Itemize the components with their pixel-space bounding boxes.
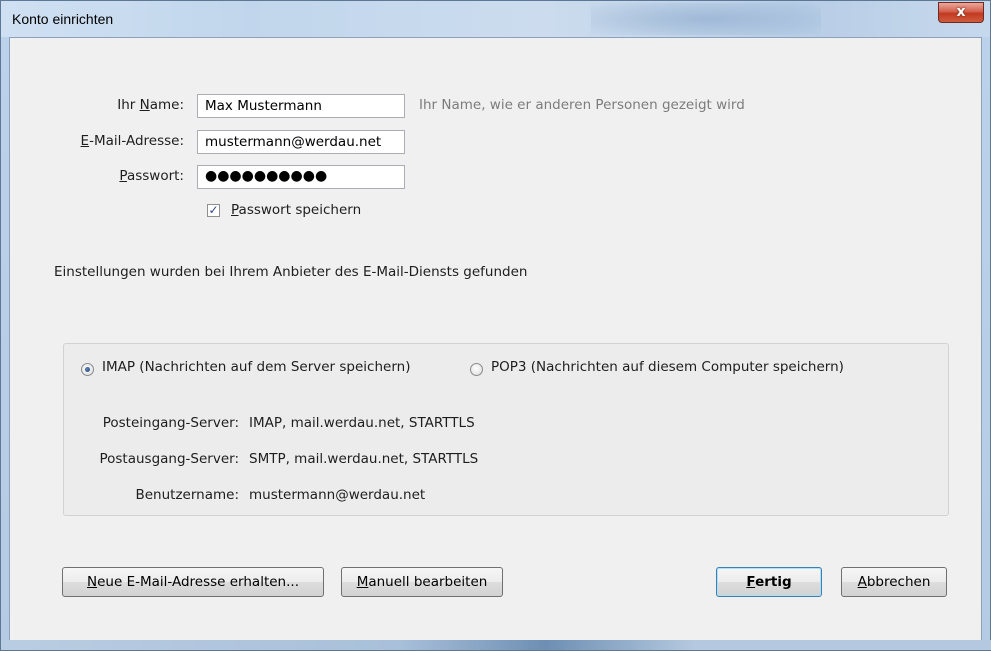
save-password-accesskey: P [231, 202, 239, 218]
save-password-label[interactable]: Passwort speichern [231, 202, 361, 218]
outgoing-server-value: SMTP, mail.werdau.net, STARTTLS [249, 451, 479, 467]
email-label: E-Mail-Adresse: [44, 133, 184, 149]
email-label-accesskey: E [80, 133, 90, 149]
checkmark-icon: ✓ [208, 203, 219, 217]
settings-found-status: Einstellungen wurden bei Ihrem Anbieter … [54, 264, 528, 280]
title-bar-glass [591, 3, 821, 35]
imap-radio[interactable] [81, 363, 94, 376]
password-label: Passwort: [88, 168, 184, 184]
server-settings-group: IMAP (Nachrichten auf dem Server speiche… [63, 343, 949, 516]
name-label-suffix: ame: [149, 97, 184, 113]
new-email-address-button[interactable]: Neue E-Mail-Adresse erhalten... [62, 567, 324, 597]
window-bottom-edge [1, 640, 991, 650]
name-label-prefix: Ihr [117, 97, 140, 113]
cancel-button[interactable]: Abbrechen [841, 567, 947, 597]
imap-radio-label[interactable]: IMAP (Nachrichten auf dem Server speiche… [102, 359, 410, 375]
name-label-accesskey: N [139, 97, 150, 113]
new-email-address-accesskey: N [87, 574, 98, 590]
incoming-server-value: IMAP, mail.werdau.net, STARTTLS [249, 415, 475, 431]
dialog-window: Konto einrichten x Ihr Name: Max Musterm… [0, 0, 991, 651]
radio-selected-dot [85, 367, 90, 372]
save-password-suffix: asswort speichern [238, 202, 362, 218]
pop3-radio[interactable] [470, 363, 483, 376]
window-title: Konto einrichten [12, 11, 114, 27]
manual-edit-accesskey: M [356, 574, 369, 590]
username-label: Benutzername: [135, 487, 239, 503]
name-hint: Ihr Name, wie er anderen Personen gezeig… [419, 97, 745, 113]
email-label-suffix: -Mail-Adresse: [89, 133, 184, 149]
done-accesskey: F [746, 574, 756, 590]
password-label-accesskey: P [119, 168, 127, 184]
cancel-accesskey: A [857, 574, 867, 590]
close-button[interactable]: x [938, 2, 984, 23]
close-icon: x [956, 4, 966, 20]
dialog-content: Ihr Name: Max Mustermann Ihr Name, wie e… [9, 37, 982, 642]
done-label: ertig [755, 574, 792, 590]
cancel-label: bbrechen [866, 574, 931, 590]
manual-edit-button[interactable]: Manuell bearbeiten [341, 567, 503, 597]
done-button[interactable]: Fertig [716, 567, 822, 597]
save-password-checkbox[interactable]: ✓ [207, 204, 220, 217]
email-input[interactable]: mustermann@werdau.net [197, 130, 405, 154]
title-bar[interactable]: Konto einrichten x [1, 1, 990, 37]
pop3-radio-label[interactable]: POP3 (Nachrichten auf diesem Computer sp… [491, 359, 844, 375]
name-label: Ihr Name: [88, 97, 184, 113]
incoming-server-label: Posteingang-Server: [102, 415, 239, 431]
password-label-suffix: asswort: [126, 168, 184, 184]
manual-edit-label: anuell bearbeiten [368, 574, 488, 590]
name-input[interactable]: Max Mustermann [197, 94, 405, 118]
new-email-address-label: eue E-Mail-Adresse erhalten... [97, 574, 299, 590]
username-value: mustermann@werdau.net [249, 487, 426, 503]
password-input[interactable]: ●●●●●●●●●● [197, 165, 405, 189]
outgoing-server-label: Postausgang-Server: [99, 451, 239, 467]
